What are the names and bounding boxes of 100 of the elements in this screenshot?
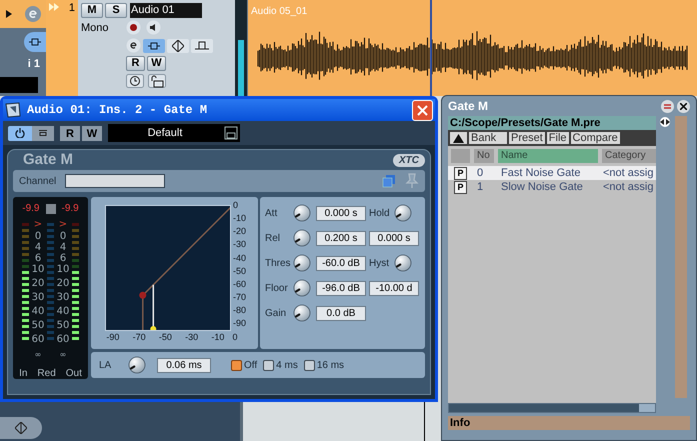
preset-file-path: C:/Scope/Presets/Gate M.pre — [448, 116, 656, 130]
pan-button[interactable] — [167, 38, 189, 52]
meter-scale-label: 4 — [60, 243, 66, 253]
info-bar: Info — [448, 416, 690, 430]
diamond-icon — [172, 40, 184, 52]
meter-scale-label: 30 — [32, 293, 44, 303]
save-icon[interactable] — [224, 126, 238, 140]
x-tick-label: -10 — [211, 332, 224, 342]
parameter-label: Floor — [265, 282, 289, 296]
y-tick-label: -50 — [233, 266, 246, 276]
parameter-value[interactable]: -96.0 dB — [316, 280, 366, 296]
option-toggle[interactable] — [231, 360, 242, 370]
knob[interactable] — [292, 228, 312, 248]
parameter-value[interactable]: -60.0 dB — [316, 256, 366, 270]
monitor-button[interactable] — [24, 32, 46, 52]
meter-scale-label: > — [34, 220, 42, 230]
clock-icon[interactable] — [126, 74, 144, 88]
preset-number: 0 — [476, 166, 484, 181]
preset-row[interactable]: P 0 Fast Noise Gate <not assig — [448, 166, 656, 180]
column-header[interactable]: Name — [498, 149, 598, 163]
pan-button[interactable] — [0, 417, 42, 439]
lookahead-label: LA — [99, 358, 112, 372]
preset-category: <not assig — [602, 180, 654, 195]
column-header[interactable]: No — [474, 149, 494, 163]
parameter-label: Rel — [265, 232, 282, 246]
record-icon[interactable] — [126, 20, 141, 35]
scroll-arrows-icon[interactable] — [658, 117, 672, 127]
option-toggle[interactable] — [304, 360, 315, 370]
y-tick-label: -70 — [233, 292, 246, 302]
close-icon — [680, 102, 687, 110]
mute-button[interactable]: M — [81, 3, 103, 18]
parameter-label: Gain — [265, 306, 288, 320]
speaker-icon[interactable] — [146, 20, 161, 35]
write-button[interactable]: W — [82, 126, 102, 140]
meter-label: In — [19, 367, 28, 381]
lookahead-value[interactable]: 0.06 ms — [157, 358, 211, 372]
y-tick-label: -40 — [233, 252, 246, 262]
y-tick-label: 0 — [233, 200, 238, 210]
input-field — [0, 76, 38, 92]
peak-reading: -9.9 — [22, 202, 40, 216]
preset-row[interactable]: P 1 Slow Noise Gate <not assig — [448, 180, 656, 194]
knob[interactable] — [292, 203, 312, 223]
meter-scale-label: 60 — [56, 335, 70, 345]
menu-item[interactable]: Preset — [509, 132, 545, 144]
parameter-label: Att — [265, 206, 278, 220]
track-mode-label: Mono — [81, 21, 110, 36]
meter-scale-label: 40 — [56, 307, 70, 317]
play-arrow-icon[interactable] — [6, 10, 12, 18]
parameter-value[interactable]: -10.00 d — [369, 280, 419, 296]
y-tick-label: -90 — [233, 318, 246, 328]
insert-icon — [195, 41, 209, 50]
meter-scale-label: 0 — [60, 232, 66, 242]
meter-label: Red — [37, 367, 56, 381]
knob[interactable] — [292, 303, 312, 323]
power-icon — [15, 128, 25, 138]
parameter-value[interactable]: 0.200 s — [316, 230, 366, 246]
menu-item[interactable]: File — [546, 132, 569, 144]
meter-scale-label: 0 — [34, 232, 42, 242]
close-button[interactable] — [677, 100, 690, 112]
knee-point — [139, 292, 146, 299]
parameter-value[interactable]: 0.000 s — [316, 206, 366, 220]
option-toggle[interactable] — [263, 360, 274, 370]
routing-icon — [29, 38, 41, 46]
track-name-field[interactable]: Audio 01 — [130, 3, 202, 18]
threshold-point — [150, 326, 156, 331]
knob[interactable] — [393, 253, 413, 273]
menu-item[interactable]: Compare — [570, 132, 620, 144]
power-button[interactable] — [8, 126, 32, 140]
parameter-value[interactable]: 0.000 s — [369, 230, 419, 246]
knob[interactable] — [292, 278, 312, 298]
knob[interactable] — [393, 203, 413, 223]
x-tick-label: 0 — [232, 332, 238, 342]
meter-scale-label: 10 — [32, 265, 44, 275]
write-button[interactable]: W — [147, 56, 166, 71]
x-tick-label: -70 — [132, 332, 146, 342]
minimize-button[interactable] — [661, 100, 674, 112]
lock-icon[interactable] — [148, 74, 166, 88]
routing-icon — [148, 42, 160, 50]
parameter-value[interactable]: 0.0 dB — [316, 306, 366, 320]
knob[interactable] — [292, 253, 312, 273]
read-button[interactable]: R — [126, 56, 145, 71]
insert-button[interactable] — [191, 38, 213, 52]
meter-scale-label: 30 — [56, 293, 70, 303]
read-button[interactable]: R — [60, 126, 80, 140]
window-title: Gate M — [448, 98, 490, 115]
column-header[interactable]: Category — [602, 149, 656, 163]
option-label: 4 ms — [276, 358, 298, 372]
bypass-button[interactable] — [32, 126, 54, 140]
up-arrow-icon[interactable] — [450, 132, 467, 144]
app-icon — [5, 102, 21, 118]
solo-button[interactable]: S — [105, 3, 127, 18]
option-label: 16 ms — [316, 358, 344, 372]
channel-field[interactable] — [65, 174, 166, 188]
knob[interactable] — [127, 355, 147, 375]
edit-e-icon[interactable] — [126, 38, 141, 53]
routing-button[interactable] — [143, 38, 165, 52]
meter-scale-label: 4 — [34, 243, 42, 253]
meter-scale-label: 6 — [60, 254, 66, 264]
menu-item[interactable]: Bank — [469, 132, 507, 144]
peak-reset-button[interactable] — [46, 204, 56, 214]
